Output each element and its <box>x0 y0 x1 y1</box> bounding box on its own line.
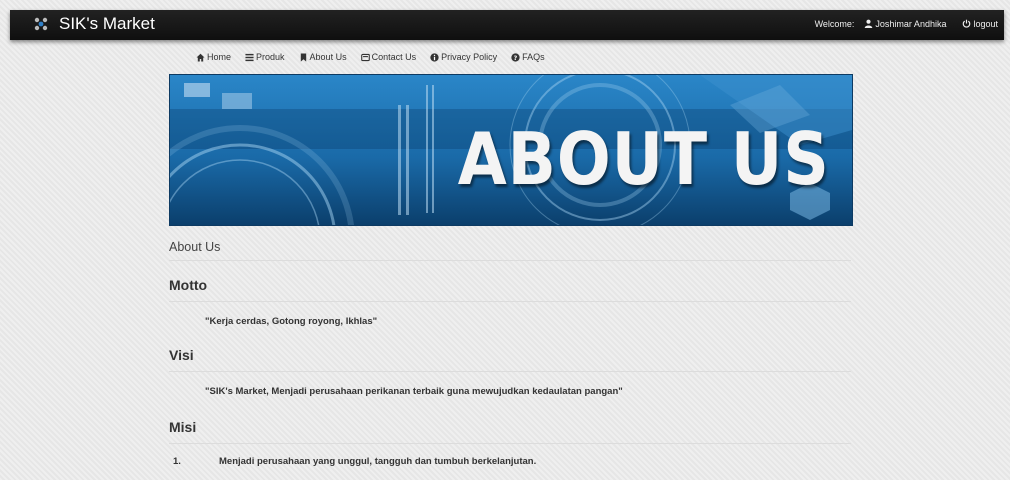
visi-heading: Visi <box>169 341 851 372</box>
user-link[interactable]: Joshimar Andhika <box>864 19 946 29</box>
nav-privacy[interactable]: Privacy Policy <box>430 52 497 62</box>
brand-name: SIK's Market <box>59 14 155 33</box>
top-navbar: SIK's Market Welcome: Joshimar Andhika l… <box>10 10 1004 40</box>
info-icon <box>430 52 439 62</box>
logout-link[interactable]: logout <box>962 19 998 29</box>
question-icon: ? <box>511 52 520 61</box>
misi-item-text: Menjadi perusahaan yang unggul, tangguh … <box>219 456 537 467</box>
motto-heading: Motto <box>169 261 851 302</box>
nav-privacy-label: Privacy Policy <box>441 52 498 62</box>
power-icon <box>963 19 971 28</box>
banner-title: ABOUT US <box>457 117 830 201</box>
misi-item: 1. Menjadi perusahaan yang unggul, tangg… <box>169 444 851 467</box>
home-icon <box>196 53 205 61</box>
nav-home-label: Home <box>207 52 232 62</box>
nav-contact[interactable]: Contact Us <box>360 52 417 62</box>
nav-faqs-label: FAQs <box>522 52 545 62</box>
main-nav: Home Produk About Us Contact Us Privacy … <box>196 52 559 62</box>
svg-text:?: ? <box>514 54 518 61</box>
list-icon <box>245 53 254 61</box>
nav-about[interactable]: About Us <box>299 52 347 62</box>
logout-label: logout <box>973 19 998 29</box>
misi-heading: Misi <box>169 411 851 444</box>
visi-text: "SIK's Market, Menjadi perusahaan perika… <box>205 386 623 397</box>
bookmark-icon <box>300 53 306 62</box>
nav-faqs[interactable]: ? FAQs <box>511 52 545 62</box>
main-content: About Us Motto "Kerja cerdas, Gotong roy… <box>169 232 851 467</box>
misi-item-number: 1. <box>173 456 181 467</box>
nav-contact-label: Contact Us <box>371 52 417 62</box>
user-icon <box>865 19 873 28</box>
nav-produk[interactable]: Produk <box>245 52 285 62</box>
welcome-label: Welcome: <box>814 19 855 29</box>
motto-text: "Kerja cerdas, Gotong royong, Ikhlas" <box>205 316 378 327</box>
contact-card-icon <box>360 53 370 61</box>
user-name: Joshimar Andhika <box>875 19 947 29</box>
about-us-banner: ABOUT US <box>169 74 853 226</box>
nav-produk-label: Produk <box>256 52 285 62</box>
brand-link[interactable]: SIK's Market <box>32 14 155 34</box>
nav-about-label: About Us <box>309 52 347 62</box>
nav-home[interactable]: Home <box>196 52 231 62</box>
fish-logo-icon <box>34 17 48 31</box>
page-title: About Us <box>169 232 851 261</box>
